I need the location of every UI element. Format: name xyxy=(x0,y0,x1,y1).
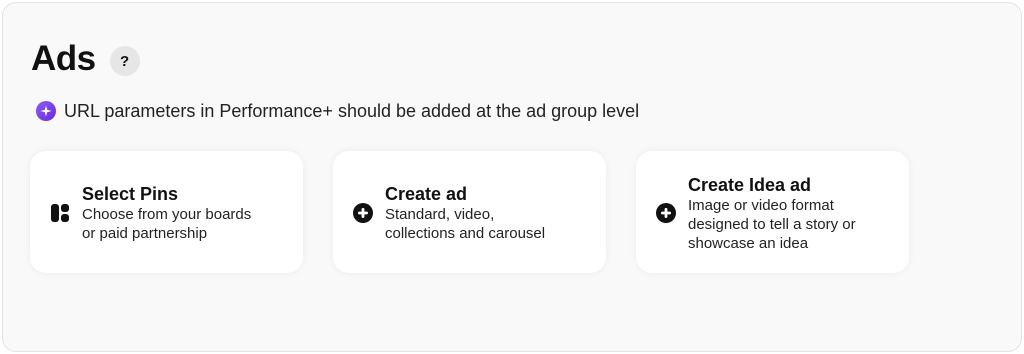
ads-panel: Ads ? URL parameters in Performance+ sho… xyxy=(2,2,1022,352)
create-idea-ad-card[interactable]: Create Idea ad Image or video format des… xyxy=(636,151,909,273)
notice-text: URL parameters in Performance+ should be… xyxy=(64,101,640,121)
help-button[interactable]: ? xyxy=(109,46,140,76)
card-title-create-idea-ad: Create Idea ad xyxy=(688,175,812,195)
create-ad-card[interactable]: Create ad Standard, video, collections a… xyxy=(333,151,606,273)
card-desc-create-idea-ad: Image or video format designed to tell a… xyxy=(688,197,856,252)
plus-circle-icon xyxy=(656,203,676,223)
card-title-create-ad: Create ad xyxy=(385,184,468,204)
sparkle-icon xyxy=(36,101,56,121)
page-title: Ads xyxy=(31,39,96,78)
select-pins-card[interactable]: Select Pins Choose from your boards or p… xyxy=(30,151,303,273)
performance-notice: URL parameters in Performance+ should be… xyxy=(36,100,639,122)
pins-grid-icon xyxy=(50,203,70,223)
plus-circle-icon xyxy=(353,203,373,223)
card-title-select-pins: Select Pins xyxy=(82,184,179,204)
card-desc-select-pins: Choose from your boards or paid partners… xyxy=(82,206,252,242)
ads-header: Ads ? xyxy=(31,39,140,79)
card-desc-create-ad: Standard, video, collections and carouse… xyxy=(385,206,546,242)
